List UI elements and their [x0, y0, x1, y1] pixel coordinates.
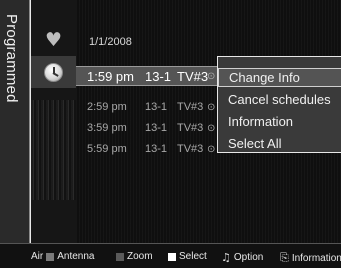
row-time: 1:59 pm [87, 68, 134, 84]
antenna-label: Antenna [57, 251, 95, 262]
clock-icon [44, 62, 63, 82]
info-icon: ⎘ [280, 251, 289, 264]
heart-icon: ♥ [44, 28, 63, 51]
side-tab-label: Programmed [3, 14, 20, 103]
menu-item-cancel-schedules[interactable]: Cancel schedules [218, 90, 341, 109]
clock-slot[interactable] [31, 56, 76, 88]
zoom-key-icon [116, 252, 124, 261]
date-header: 1/1/2008 [89, 36, 132, 48]
row-marker: ⊙ [207, 101, 216, 113]
air-label: Air [31, 251, 44, 262]
row-channel: 13-1 [145, 101, 168, 113]
row-program: TV#3 [177, 101, 204, 113]
select-label: Select [179, 251, 207, 262]
background-pattern [31, 100, 76, 200]
row-time: 3:59 pm [87, 122, 127, 134]
air-antenna-hint[interactable]: Air Antenna [31, 251, 95, 262]
row-marker: ⊙ [207, 70, 216, 82]
row-program: TV#3 [177, 122, 204, 134]
heart-slot[interactable]: ♥ [31, 24, 76, 56]
row-program: TV#3 [177, 68, 209, 84]
options-popup: Change Info Cancel schedules Information… [217, 56, 341, 153]
menu-item-information[interactable]: Information [218, 112, 341, 131]
row-channel: 13-1 [145, 122, 168, 134]
select-key-icon [168, 252, 176, 261]
row-time: 5:59 pm [87, 143, 127, 155]
row-channel: 13-1 [145, 68, 172, 84]
row-marker: ⊙ [207, 143, 216, 155]
zoom-label: Zoom [127, 251, 153, 262]
screen: Programmed ♥ 1/1/2008 1:59 pm 13-1 TV#3 … [0, 0, 341, 268]
row-time: 2:59 pm [87, 101, 127, 113]
menu-item-select-all[interactable]: Select All [218, 134, 341, 153]
bottom-help-bar: Air Antenna Zoom Select ♫ Option ⎘ Infor… [0, 243, 341, 268]
select-hint[interactable]: Select [168, 251, 207, 262]
zoom-hint[interactable]: Zoom [116, 251, 153, 262]
information-hint[interactable]: ⎘ Information [280, 251, 341, 265]
icon-column: ♥ [31, 0, 76, 243]
side-tab[interactable]: Programmed [0, 0, 30, 243]
menu-item-change-info[interactable]: Change Info [218, 68, 341, 87]
information-label: Information [291, 252, 341, 264]
option-hint[interactable]: ♫ Option [221, 251, 263, 264]
row-marker: ⊙ [207, 122, 216, 134]
row-program: TV#3 [177, 143, 204, 155]
antenna-key-icon [46, 252, 55, 261]
row-channel: 13-1 [145, 143, 168, 155]
option-label: Option [233, 252, 264, 263]
tools-icon: ♫ [221, 251, 231, 264]
